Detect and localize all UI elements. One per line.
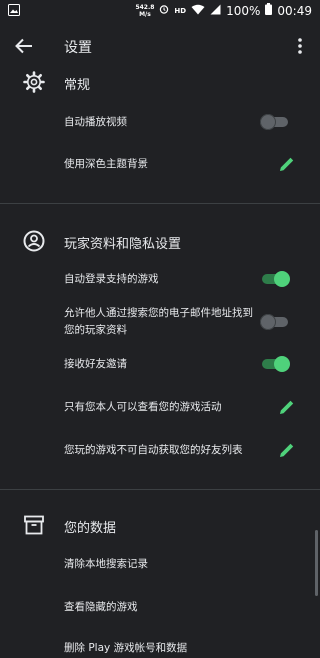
setting-hidden-games[interactable]: 查看隐藏的游戏	[0, 591, 320, 623]
toggle-thumb	[260, 314, 276, 330]
autoplay-label: 自动播放视频	[64, 116, 127, 128]
auto-signin-label: 自动登录支持的游戏	[64, 273, 159, 285]
setting-activity-visibility[interactable]: 只有您本人可以查看您的游戏活动	[0, 391, 320, 423]
hidden-games-label: 查看隐藏的游戏	[64, 601, 138, 613]
activity-label: 只有您本人可以查看您的游戏活动	[64, 401, 222, 413]
auto-signin-toggle[interactable]	[260, 271, 290, 287]
section-title-general: 常规	[64, 78, 91, 93]
friend-invites-label: 接收好友邀请	[64, 358, 127, 370]
friend-invites-toggle[interactable]	[260, 356, 290, 372]
setting-delete-account[interactable]: 删除 Play 游戏帐号和数据	[0, 634, 320, 658]
status-bar: 542.8 M/s HD 100% 00:49	[0, 0, 320, 22]
back-arrow-icon	[15, 38, 32, 54]
section-title-privacy: 玩家资料和隐私设置	[64, 237, 182, 252]
dark-theme-label: 使用深色主题背景	[64, 158, 148, 170]
pencil-icon[interactable]	[278, 398, 296, 416]
section-title-data: 您的数据	[64, 521, 117, 536]
setting-discoverable[interactable]: 允许他人通过搜索您的电子邮件地址找到您的玩家资料	[0, 302, 320, 342]
divider	[0, 203, 320, 204]
alarm-icon	[159, 4, 169, 17]
clear-search-label: 清除本地搜索记录	[64, 558, 148, 570]
setting-dark-theme[interactable]: 使用深色主题背景	[0, 148, 320, 180]
wifi-icon	[191, 4, 205, 18]
pencil-icon[interactable]	[278, 155, 296, 173]
scrollbar[interactable]	[315, 530, 318, 596]
image-icon	[8, 4, 20, 19]
more-vert-icon	[298, 38, 302, 54]
toggle-thumb	[274, 356, 290, 372]
toggle-thumb	[260, 114, 276, 130]
account-circle-icon	[22, 229, 46, 253]
discoverable-toggle[interactable]	[260, 314, 290, 330]
app-bar: 设置	[0, 22, 320, 70]
discoverable-label: 允许他人通过搜索您的电子邮件地址找到您的玩家资料	[64, 307, 253, 336]
delete-label: 删除 Play 游戏帐号和数据	[64, 642, 188, 654]
hd-badge: HD	[174, 6, 187, 15]
setting-friends-list[interactable]: 您玩的游戏不可自动获取您的好友列表	[0, 434, 320, 466]
pencil-icon[interactable]	[278, 441, 296, 459]
gear-icon	[22, 70, 46, 94]
autoplay-toggle[interactable]	[260, 114, 290, 130]
divider	[0, 489, 320, 490]
speed-unit: M/s	[139, 10, 151, 18]
page-title: 设置	[64, 40, 92, 56]
friends-list-label: 您玩的游戏不可自动获取您的好友列表	[64, 444, 243, 456]
battery-percent: 100%	[226, 3, 261, 18]
signal-icon	[210, 4, 221, 18]
more-options-button[interactable]	[292, 34, 308, 58]
setting-autoplay[interactable]: 自动播放视频	[0, 106, 320, 138]
network-speed: 542.8 M/s	[135, 4, 154, 18]
speed-value: 542.8	[135, 3, 155, 11]
archive-icon	[22, 513, 46, 537]
setting-friend-invites[interactable]: 接收好友邀请	[0, 348, 320, 380]
battery-icon	[265, 3, 273, 18]
back-button[interactable]	[12, 34, 36, 58]
setting-auto-signin[interactable]: 自动登录支持的游戏	[0, 264, 320, 296]
clock: 00:49	[277, 3, 312, 18]
setting-clear-search[interactable]: 清除本地搜索记录	[0, 548, 320, 580]
toggle-thumb	[274, 271, 290, 287]
